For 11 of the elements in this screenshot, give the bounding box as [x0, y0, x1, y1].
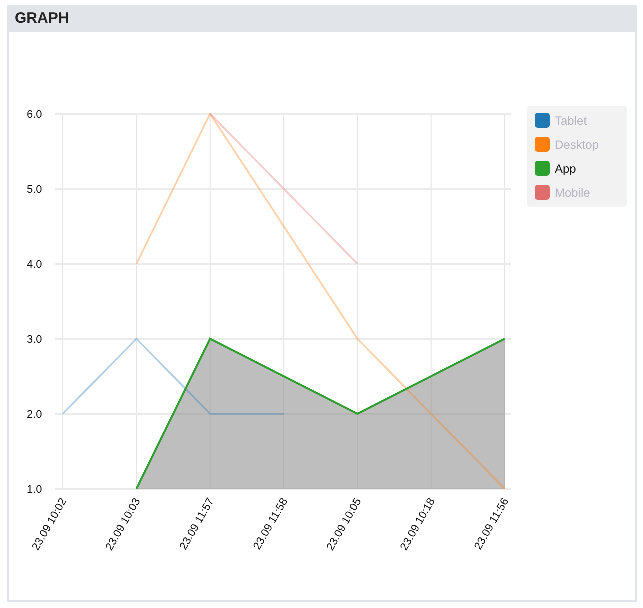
legend-label[interactable]: Desktop [555, 138, 600, 152]
panel-title: GRAPH [15, 10, 70, 27]
legend-label[interactable]: Tablet [555, 114, 588, 128]
y-tick-label: 5.0 [27, 184, 42, 196]
y-tick-label: 6.0 [27, 109, 42, 121]
legend-label[interactable]: App [555, 162, 576, 176]
y-tick-label: 3.0 [27, 334, 42, 346]
y-tick-label: 1.0 [27, 484, 42, 496]
legend-label[interactable]: Mobile [555, 186, 590, 200]
y-tick-label: 4.0 [27, 259, 42, 271]
y-tick-label: 2.0 [27, 409, 42, 421]
